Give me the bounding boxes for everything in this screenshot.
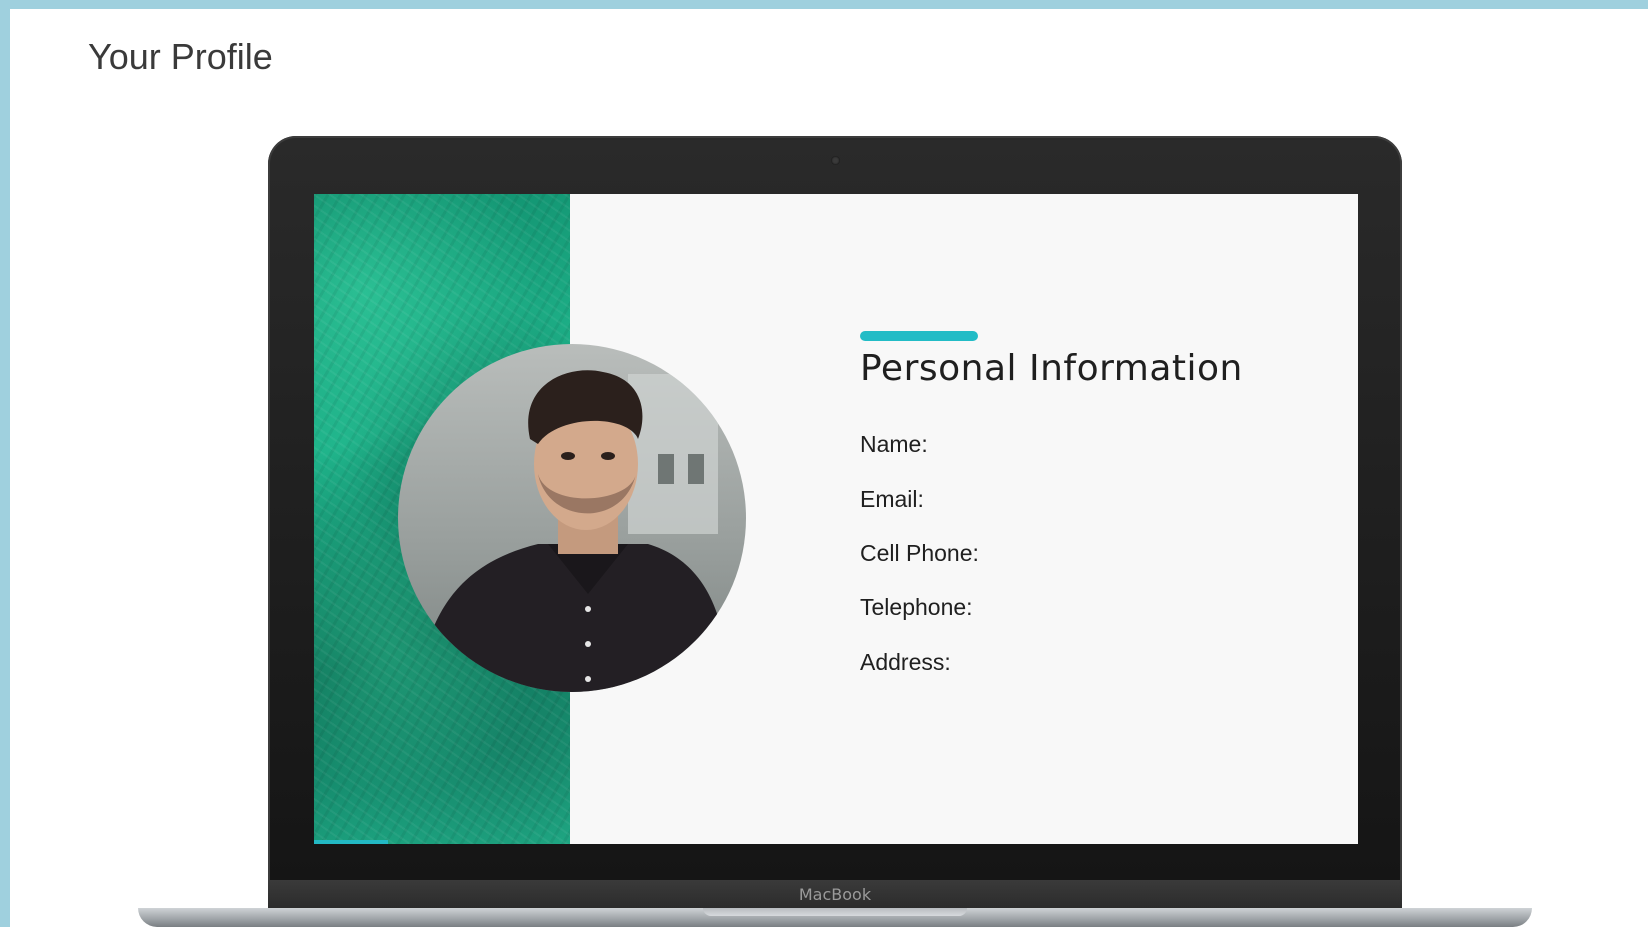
person-icon: [418, 370, 728, 692]
page-title: Your Profile: [88, 36, 273, 77]
laptop-screen: Personal Information Name: Email: Cell P…: [314, 194, 1358, 844]
laptop-notch: [703, 908, 967, 916]
telephone-label: Telephone:: [860, 594, 973, 620]
laptop-mockup: Personal Information Name: Email: Cell P…: [268, 136, 1402, 914]
brand-label: MacBook: [798, 885, 872, 904]
heading-accent-bar: [860, 331, 978, 341]
personal-information-heading: Personal Information: [860, 348, 1243, 389]
profile-photo: [398, 344, 746, 692]
top-border: [0, 0, 1648, 9]
left-border: [0, 0, 10, 927]
email-label: Email:: [860, 486, 924, 512]
laptop-base: [138, 908, 1532, 927]
name-label: Name:: [860, 431, 928, 457]
camera-icon: [831, 156, 840, 165]
address-label: Address:: [860, 649, 951, 675]
laptop-chin: MacBook: [268, 880, 1402, 910]
accent-strip: [314, 840, 388, 844]
cell-phone-label: Cell Phone:: [860, 540, 979, 566]
